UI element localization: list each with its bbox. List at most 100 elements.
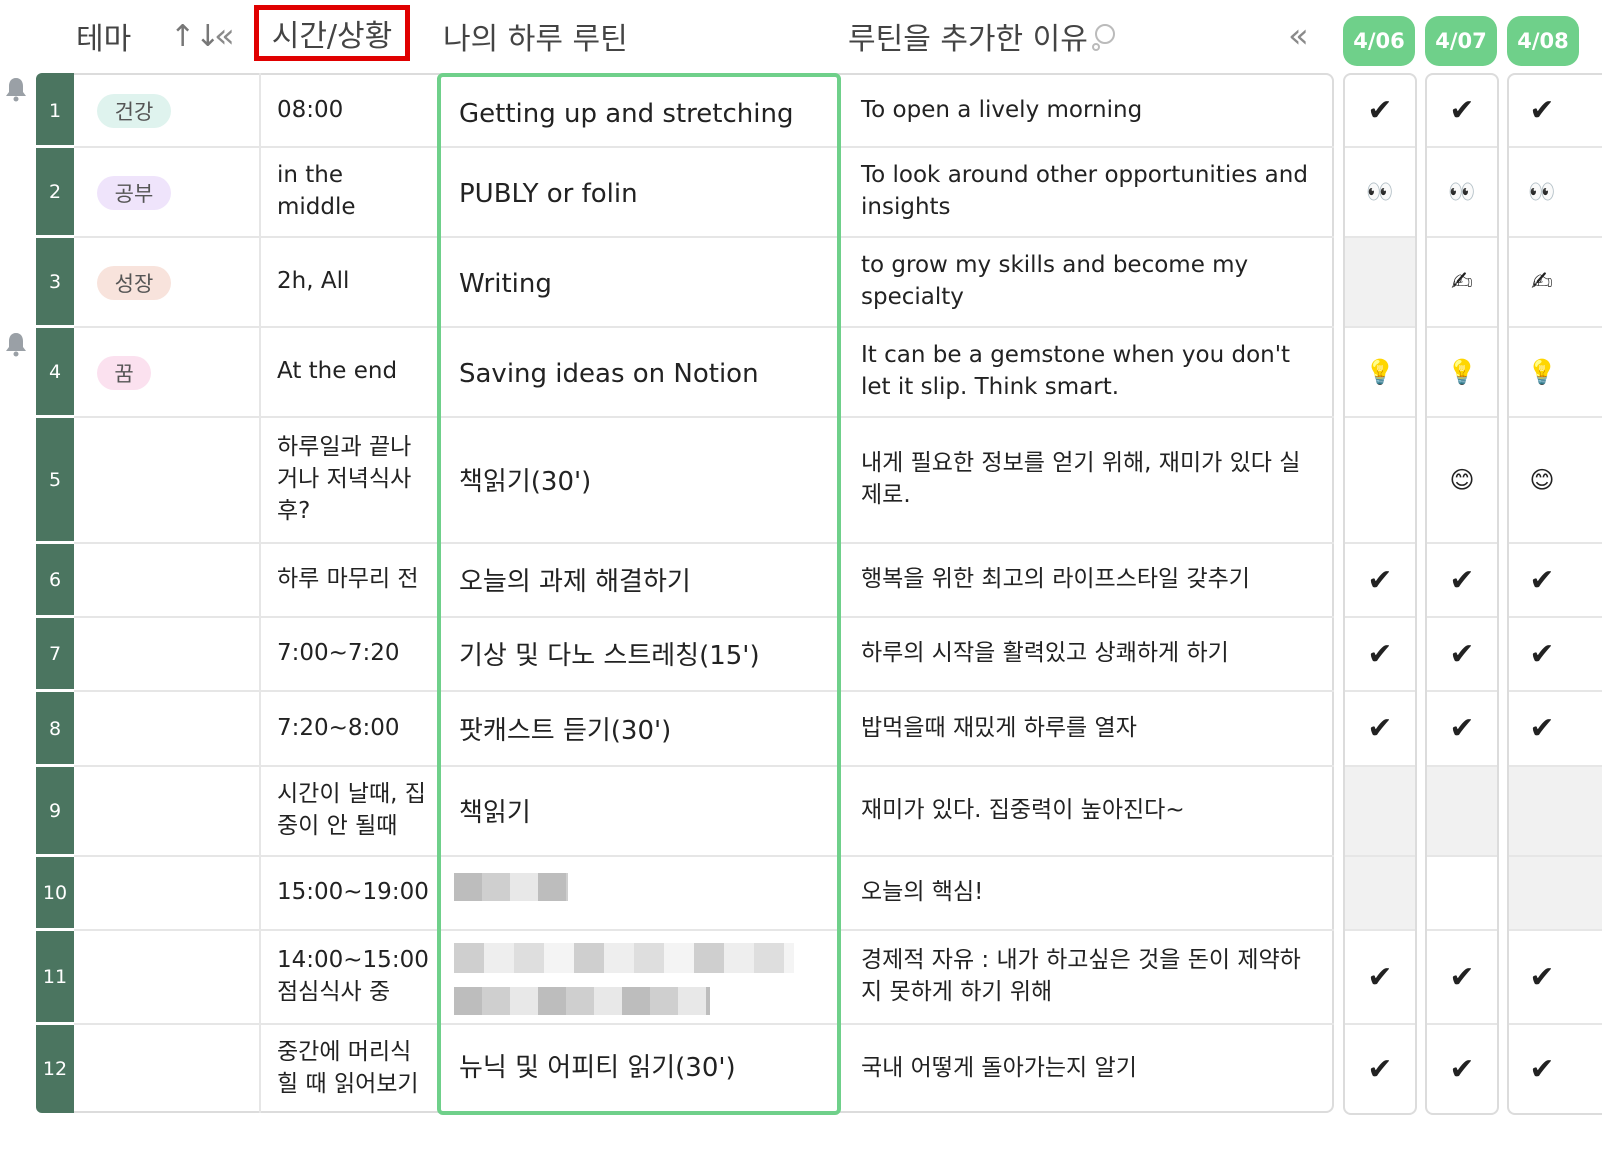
sort-icon[interactable]: ↑↓: [170, 0, 220, 72]
routine-cell[interactable]: Saving ideas on Notion: [459, 328, 829, 422]
time-cell[interactable]: in the middle: [277, 148, 397, 236]
blurred-routine[interactable]: [454, 873, 568, 901]
check-cell[interactable]: 👀: [1345, 148, 1415, 236]
check-cell[interactable]: ✍: [1427, 238, 1497, 326]
reason-cell[interactable]: 내게 필요한 정보를 얻기 위해, 재미가 있다 실제로.: [861, 418, 1311, 542]
time-cell[interactable]: 하루일과 끝나거나 저녁식사 후?: [277, 418, 427, 542]
column-header-reason-label: 루틴을 추가한 이유: [848, 22, 1088, 57]
reason-cell[interactable]: To look around other opportunities and i…: [861, 148, 1311, 236]
routine-cell[interactable]: 책읽기: [459, 767, 829, 861]
check-cell[interactable]: ✔: [1427, 1025, 1497, 1113]
column-header-routine[interactable]: 나의 하루 루틴: [443, 0, 803, 72]
row-number: 3: [48, 271, 62, 293]
date-header-2[interactable]: 4/08: [1507, 16, 1579, 66]
theme-tag[interactable]: 공부: [97, 176, 171, 210]
time-cell[interactable]: 하루 마무리 전: [277, 544, 427, 616]
check-cell[interactable]: ✔: [1427, 618, 1497, 690]
routine-cell[interactable]: 팟캐스트 듣기(30'): [459, 692, 829, 771]
check-cell[interactable]: 💡: [1427, 328, 1497, 416]
collapse-left-icon[interactable]: «: [214, 0, 248, 72]
check-cell[interactable]: ✔: [1345, 692, 1415, 765]
bell-icon[interactable]: [4, 331, 28, 357]
reason-cell[interactable]: 밥먹을때 재밌게 하루를 열자: [861, 692, 1321, 765]
check-cell[interactable]: [1427, 767, 1497, 855]
check-cell[interactable]: 💡: [1509, 328, 1575, 416]
date-header-1[interactable]: 4/07: [1425, 16, 1497, 66]
check-cell[interactable]: [1345, 767, 1415, 855]
thought-bubble-icon: [1091, 24, 1115, 51]
check-cell[interactable]: ✔: [1345, 544, 1415, 616]
time-cell[interactable]: 중간에 머리식힐 때 읽어보기: [277, 1025, 427, 1113]
routine-cell[interactable]: 뉴닉 및 어피티 읽기(30'): [459, 1025, 829, 1113]
check-cell[interactable]: ✔: [1509, 692, 1575, 765]
row-number: 4: [48, 361, 62, 383]
check-cell[interactable]: ✍: [1509, 238, 1575, 326]
check-cell[interactable]: ✔: [1345, 618, 1415, 690]
row-number: 1: [48, 99, 62, 122]
check-cell[interactable]: 😊: [1509, 418, 1575, 542]
reason-cell[interactable]: It can be a gemstone when you don't let …: [861, 328, 1321, 416]
column-header-time[interactable]: 시간/상황: [254, 5, 410, 61]
routine-cell[interactable]: Writing: [459, 238, 829, 332]
check-cell[interactable]: ✔: [1509, 1025, 1575, 1113]
reason-cell[interactable]: To open a lively morning: [861, 75, 1321, 146]
check-cell[interactable]: ✔: [1509, 931, 1575, 1023]
reason-cell[interactable]: to grow my skills and become my specialt…: [861, 238, 1261, 326]
collapse-dates-icon[interactable]: «: [1288, 0, 1322, 72]
reason-cell[interactable]: 재미가 있다. 집중력이 높아진다~: [861, 767, 1321, 855]
column-header-reason[interactable]: 루틴을 추가한 이유: [848, 0, 1188, 72]
check-cell[interactable]: 😊: [1427, 418, 1497, 542]
time-cell[interactable]: 14:00~15:00 점심식사 중: [277, 931, 429, 1023]
check-cell[interactable]: [1509, 767, 1602, 855]
check-cell[interactable]: ✔: [1427, 692, 1497, 765]
time-cell[interactable]: 15:00~19:00: [277, 857, 429, 929]
check-cell[interactable]: 👀: [1427, 148, 1497, 236]
check-cell[interactable]: 💡: [1345, 328, 1415, 416]
check-cell[interactable]: 👀: [1509, 148, 1575, 236]
check-cell[interactable]: ✔: [1427, 75, 1497, 146]
reason-cell[interactable]: 국내 어떻게 돌아가는지 알기: [861, 1025, 1321, 1113]
check-cell[interactable]: ✔: [1509, 75, 1575, 146]
row-number: 5: [48, 469, 62, 491]
routine-cell[interactable]: Getting up and stretching: [459, 75, 829, 155]
bell-icon[interactable]: [4, 76, 28, 102]
time-cell[interactable]: 7:20~8:00: [277, 692, 427, 765]
date-header-0[interactable]: 4/06: [1343, 16, 1415, 66]
theme-tag[interactable]: 꿈: [97, 356, 151, 390]
blurred-routine[interactable]: [454, 987, 710, 1015]
check-cell[interactable]: ✔: [1427, 544, 1497, 616]
row-number: 12: [42, 1058, 68, 1080]
date-column-2: ✔ 👀 ✍ 💡 😊 ✔ ✔ ✔ ✔ ✔: [1507, 73, 1602, 1115]
column-divider: [259, 73, 261, 1113]
check-cell[interactable]: [1427, 857, 1497, 929]
reason-cell[interactable]: 행복을 위한 최고의 라이프스타일 갖추기: [861, 544, 1321, 616]
theme-tag[interactable]: 건강: [97, 94, 171, 128]
reason-cell[interactable]: 하루의 시작을 활력있고 상쾌하게 하기: [861, 618, 1321, 690]
time-cell[interactable]: 7:00~7:20: [277, 618, 427, 690]
reason-cell[interactable]: 오늘의 핵심!: [861, 857, 1321, 929]
check-cell[interactable]: ✔: [1427, 931, 1497, 1023]
time-cell[interactable]: At the end: [277, 328, 427, 416]
check-cell[interactable]: [1345, 418, 1415, 542]
check-cell[interactable]: ✔: [1509, 618, 1575, 690]
check-cell[interactable]: [1345, 238, 1415, 326]
column-header-theme[interactable]: 테마: [76, 0, 156, 72]
check-cell[interactable]: [1509, 857, 1602, 929]
check-cell[interactable]: ✔: [1345, 1025, 1415, 1113]
routine-cell[interactable]: 오늘의 과제 해결하기: [459, 544, 829, 622]
time-cell[interactable]: 08:00: [277, 75, 427, 146]
blurred-routine[interactable]: [454, 943, 794, 973]
time-cell[interactable]: 시간이 날때, 집중이 안 될때: [277, 767, 427, 855]
routine-cell[interactable]: 기상 및 다노 스트레칭(15'): [459, 618, 829, 696]
row-number: 2: [48, 181, 62, 203]
routine-cell[interactable]: PUBLY or folin: [459, 148, 829, 242]
check-cell[interactable]: [1345, 857, 1415, 929]
check-cell[interactable]: ✔: [1345, 75, 1415, 146]
check-cell[interactable]: ✔: [1509, 544, 1575, 616]
theme-tag[interactable]: 성장: [97, 266, 171, 300]
time-cell[interactable]: 2h, All: [277, 238, 427, 326]
reason-cell[interactable]: 경제적 자유 : 내가 하고싶은 것을 돈이 제약하지 못하게 하기 위해: [861, 931, 1311, 1023]
routine-cell[interactable]: 책읽기(30'): [459, 418, 829, 548]
row-number: 6: [48, 569, 62, 591]
check-cell[interactable]: ✔: [1345, 931, 1415, 1023]
